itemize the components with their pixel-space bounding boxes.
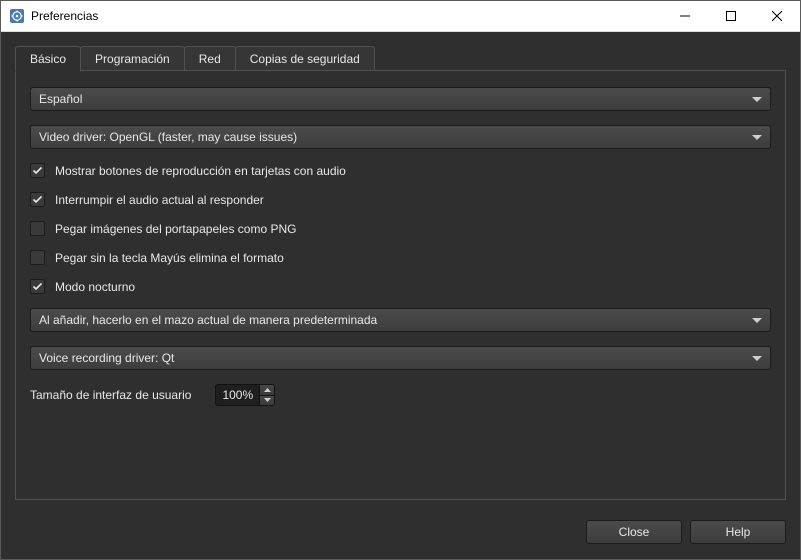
checkbox-row-night-mode[interactable]: Modo nocturno [30, 279, 771, 294]
ui-size-label: Tamaño de interfaz de usuario [30, 388, 191, 402]
help-button[interactable]: Help [690, 520, 786, 544]
close-button[interactable]: Close [586, 520, 682, 544]
checkbox-label: Pegar sin la tecla Mayús elimina el form… [55, 251, 284, 265]
tab-label: Red [199, 52, 221, 66]
close-window-button[interactable] [754, 1, 800, 31]
checkbox-label: Mostrar botones de reproducción en tarje… [55, 164, 346, 178]
language-select[interactable]: Español [30, 87, 771, 111]
checkbox-label: Pegar imágenes del portapapeles como PNG [55, 222, 296, 236]
tab-label: Copias de seguridad [250, 52, 360, 66]
button-label: Close [619, 525, 650, 539]
minimize-button[interactable] [662, 1, 708, 31]
combobox-value: Video driver: OpenGL (faster, may cause … [39, 130, 752, 144]
tab-scheduling[interactable]: Programación [80, 46, 185, 71]
app-icon [9, 8, 25, 24]
default-deck-select[interactable]: Al añadir, hacerlo en el mazo actual de … [30, 308, 771, 332]
chevron-down-icon [752, 130, 762, 144]
checkbox-label: Modo nocturno [55, 280, 135, 294]
tab-basic[interactable]: Básico [15, 46, 81, 72]
voice-driver-select[interactable]: Voice recording driver: Qt [30, 346, 771, 370]
chevron-down-icon [752, 313, 762, 327]
ui-size-spinbox[interactable]: 100% [215, 384, 275, 406]
window-title: Preferencias [31, 9, 662, 23]
checkbox-row-paste-shift[interactable]: Pegar sin la tecla Mayús elimina el form… [30, 250, 771, 265]
window-controls [662, 1, 800, 31]
tab-backups[interactable]: Copias de seguridad [235, 46, 375, 71]
checkbox-row-interrupt-audio[interactable]: Interrumpir el audio actual al responder [30, 192, 771, 207]
chevron-down-icon [752, 92, 762, 106]
dialog-footer: Close Help [1, 515, 800, 559]
client-area: Básico Programación Red Copias de seguri… [1, 32, 800, 559]
combobox-value: Al añadir, hacerlo en el mazo actual de … [39, 313, 752, 327]
chevron-down-icon [752, 351, 762, 365]
spinbox-up-button[interactable] [260, 385, 274, 396]
combobox-value: Voice recording driver: Qt [39, 351, 752, 365]
titlebar: Preferencias [1, 1, 800, 32]
checkbox-label: Interrumpir el audio actual al responder [55, 193, 264, 207]
button-label: Help [726, 525, 751, 539]
tabpage-basic: Español Video driver: OpenGL (faster, ma… [15, 70, 786, 500]
spinbox-value[interactable]: 100% [215, 384, 259, 406]
preferences-window: Preferencias Básico Programación Red Cop… [0, 0, 801, 560]
tabstrip: Básico Programación Red Copias de seguri… [1, 32, 800, 71]
ui-size-row: Tamaño de interfaz de usuario 100% [30, 384, 771, 406]
checkbox-row-show-play-buttons[interactable]: Mostrar botones de reproducción en tarje… [30, 163, 771, 178]
checkbox-night-mode[interactable] [30, 279, 45, 294]
tab-label: Básico [30, 52, 66, 66]
video-driver-select[interactable]: Video driver: OpenGL (faster, may cause … [30, 125, 771, 149]
combobox-value: Español [39, 92, 752, 106]
maximize-button[interactable] [708, 1, 754, 31]
spinbox-arrows [259, 384, 275, 406]
checkbox-show-play-buttons[interactable] [30, 163, 45, 178]
tab-label: Programación [95, 52, 170, 66]
checkbox-row-paste-png[interactable]: Pegar imágenes del portapapeles como PNG [30, 221, 771, 236]
spinbox-down-button[interactable] [260, 396, 274, 406]
checkbox-interrupt-audio[interactable] [30, 192, 45, 207]
checkbox-paste-png[interactable] [30, 221, 45, 236]
checkbox-paste-shift[interactable] [30, 250, 45, 265]
tab-network[interactable]: Red [184, 46, 236, 71]
